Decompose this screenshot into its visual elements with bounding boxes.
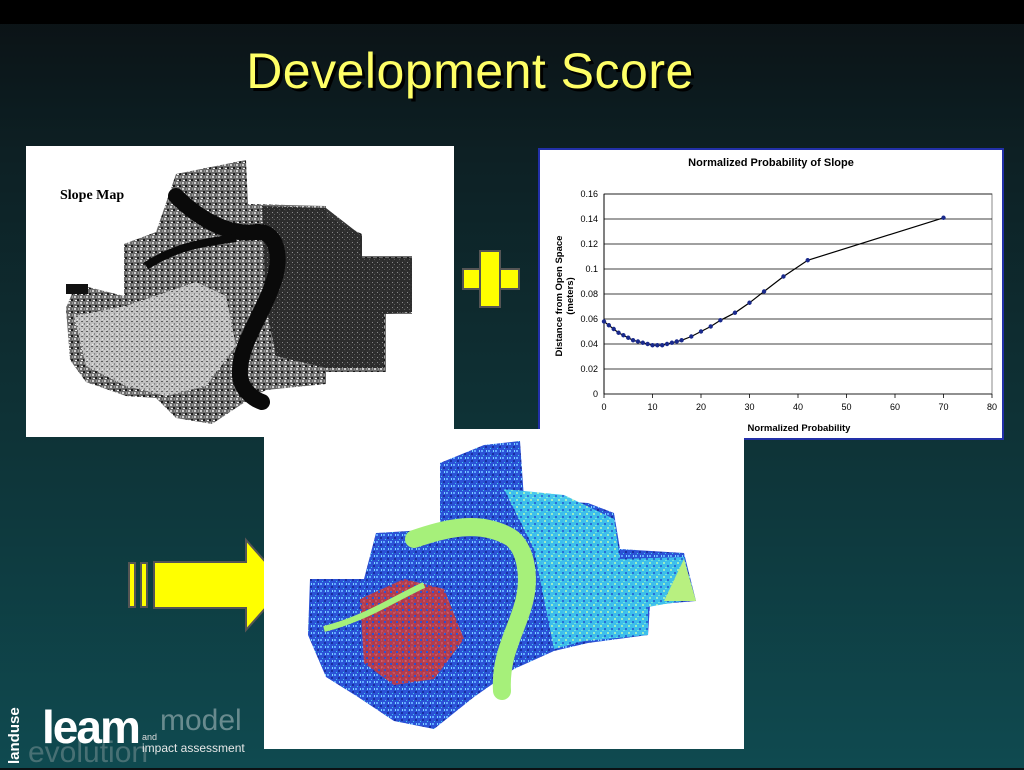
chart-data-point — [761, 289, 767, 294]
chart-data-point — [781, 274, 786, 279]
chart-y-axis-label-line2: (meters) — [565, 277, 576, 315]
development-score-map-graphic — [308, 441, 696, 729]
chart-y-tick-label: 0.04 — [580, 339, 598, 349]
chart-data-point — [747, 300, 752, 305]
chart-y-tick-label: 0.06 — [580, 314, 598, 324]
chart-x-tick-label: 50 — [841, 402, 851, 412]
chart-series — [601, 215, 946, 348]
chart-data-point — [611, 326, 616, 332]
logo-side-text: landuse — [6, 707, 23, 764]
chart-y-tick-label: 0.02 — [580, 364, 598, 374]
chart-data-point — [732, 310, 738, 315]
chart-data-point — [708, 324, 713, 329]
slope-probability-chart: Normalized Probability of Slope 0 0.02 0.0… — [538, 148, 1004, 440]
chart-data-point — [718, 318, 723, 323]
chart-grid — [603, 193, 993, 395]
chart-y-tick-label: 0.14 — [580, 214, 598, 224]
chart-data-point — [655, 343, 660, 348]
chart-data-point — [660, 343, 665, 348]
chart-data-point — [669, 340, 675, 345]
chart-data-point — [689, 334, 694, 339]
chart-data-point — [635, 339, 641, 344]
chart-data-point — [650, 343, 655, 348]
chart-x-tick-label: 30 — [744, 402, 754, 412]
slope-map-image: Slope Map — [26, 146, 454, 437]
chart-data-point — [679, 338, 684, 343]
equals-bar-1 — [128, 562, 136, 608]
chart-data-point — [645, 341, 650, 347]
chart-y-tick-label: 0.08 — [580, 289, 598, 299]
chart-x-tick-label: 40 — [793, 402, 803, 412]
equals-bar-2 — [140, 562, 148, 608]
chart-data-point — [805, 258, 810, 263]
chart-x-tick-label: 10 — [647, 402, 657, 412]
chart-axes: 0 0.02 0.04 0.06 0.08 0.1 0.12 0.14 0.16 0 10 20 30 4… — [580, 189, 997, 412]
chart-data-point — [630, 338, 636, 343]
chart-y-tick-label: 0.1 — [585, 264, 598, 274]
chart-series-line — [603, 217, 944, 346]
chart-y-tick-label: 0.12 — [580, 239, 598, 249]
chart-data-point — [621, 333, 626, 338]
chart-x-tick-label: 60 — [890, 402, 900, 412]
chart-data-point — [606, 323, 612, 328]
plus-sign-vertical — [479, 250, 501, 308]
chart-y-tick-label: 0 — [593, 389, 598, 399]
development-score-map — [264, 429, 744, 749]
chart-y-tick-label: 0.16 — [580, 189, 598, 199]
slide-title: Development Score — [246, 43, 694, 99]
chart-data-point — [616, 330, 621, 335]
chart-data-point — [640, 340, 645, 345]
chart-x-tick-label: 70 — [938, 402, 948, 412]
logo-impact-text: impact assessment — [142, 741, 245, 755]
chart-data-point — [664, 341, 670, 347]
chart-x-axis-label: Normalized Probability — [748, 423, 852, 434]
chart-y-axis-label-line1: Distance from Open Space — [554, 236, 565, 357]
slope-map-label: Slope Map — [60, 188, 125, 203]
chart-svg: Normalized Probability of Slope 0 0.02 0.0… — [554, 157, 997, 434]
chart-data-point — [674, 339, 679, 344]
logo-brand-text: leam — [42, 701, 141, 753]
chart-x-tick-label: 0 — [601, 402, 606, 412]
chart-data-point — [626, 335, 631, 340]
chart-data-point — [941, 215, 946, 220]
chart-data-point — [601, 319, 607, 324]
chart-x-tick-label: 20 — [696, 402, 706, 412]
chart-title: Normalized Probability of Slope — [688, 157, 854, 169]
top-black-band — [0, 0, 1024, 24]
chart-x-tick-label: 80 — [987, 402, 997, 412]
chart-data-point — [698, 329, 704, 334]
logo-model-text: model — [160, 704, 242, 737]
